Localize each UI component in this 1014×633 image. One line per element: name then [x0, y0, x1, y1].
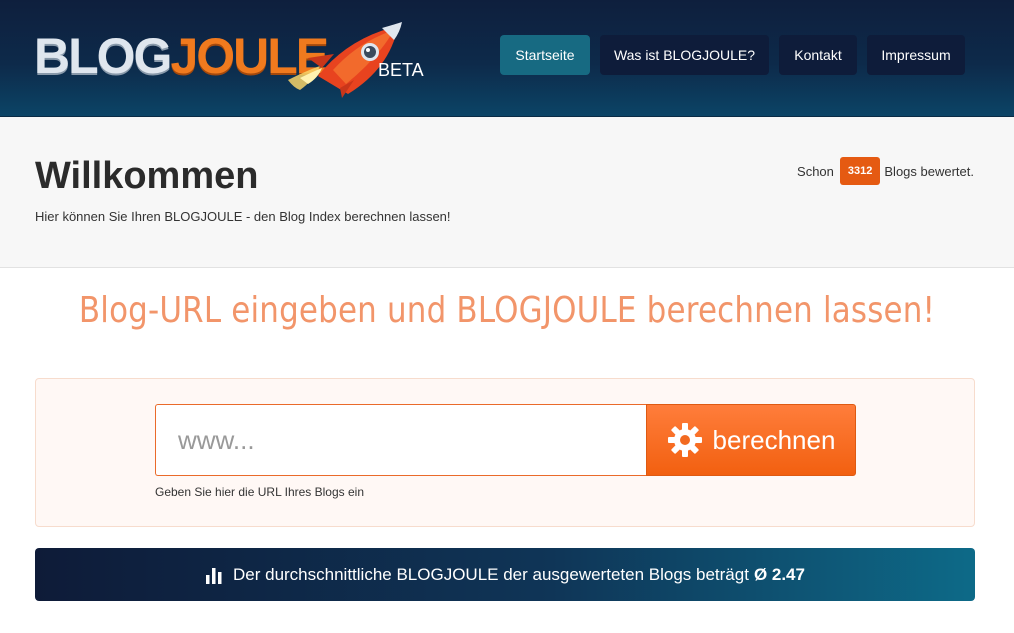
- url-form-panel: berechnen Geben Sie hier die URL Ihres B…: [35, 378, 975, 527]
- average-value: Ø 2.47: [753, 564, 805, 584]
- nav-impressum[interactable]: Impressum: [867, 35, 965, 75]
- nav-was-ist-blogjoule[interactable]: Was ist BLOGJOULE?: [600, 35, 769, 75]
- blog-url-input[interactable]: [155, 404, 647, 476]
- count-suffix: Blogs bewertet.: [884, 163, 974, 179]
- nav-startseite[interactable]: Startseite: [500, 35, 590, 75]
- page-title: Willkommen: [35, 155, 259, 197]
- welcome-section: Willkommen Hier können Sie Ihren BLOGJOU…: [0, 117, 1014, 268]
- nav-kontakt[interactable]: Kontakt: [779, 35, 857, 75]
- blog-count: Schon 3312 Blogs bewertet.: [797, 157, 974, 185]
- logo[interactable]: BLOGJOULE BETA: [34, 18, 434, 98]
- gear-icon: [667, 423, 702, 457]
- count-badge: 3312: [839, 157, 881, 185]
- url-help-text: Geben Sie hier die URL Ihres Blogs ein: [155, 485, 365, 499]
- site-header: BLOGJOULE BETA Startseite Was ist BLOGJO…: [0, 0, 1014, 117]
- rocket-icon: [288, 22, 402, 98]
- count-prefix: Schon: [797, 163, 834, 179]
- beta-label: BETA: [378, 60, 424, 80]
- calculate-button-label: berechnen: [712, 424, 836, 455]
- calculate-button[interactable]: berechnen: [646, 404, 856, 476]
- page-subtitle: Hier können Sie Ihren BLOGJOULE - den Bl…: [35, 209, 451, 224]
- form-headline: Blog-URL eingeben und BLOGJOULE berechne…: [78, 290, 936, 331]
- logo-blog: BLOG: [34, 28, 172, 84]
- average-text: Der durchschnittliche BLOGJOULE der ausg…: [233, 564, 749, 584]
- average-banner: Der durchschnittliche BLOGJOULE der ausg…: [35, 548, 975, 601]
- bar-chart-icon: [206, 567, 222, 584]
